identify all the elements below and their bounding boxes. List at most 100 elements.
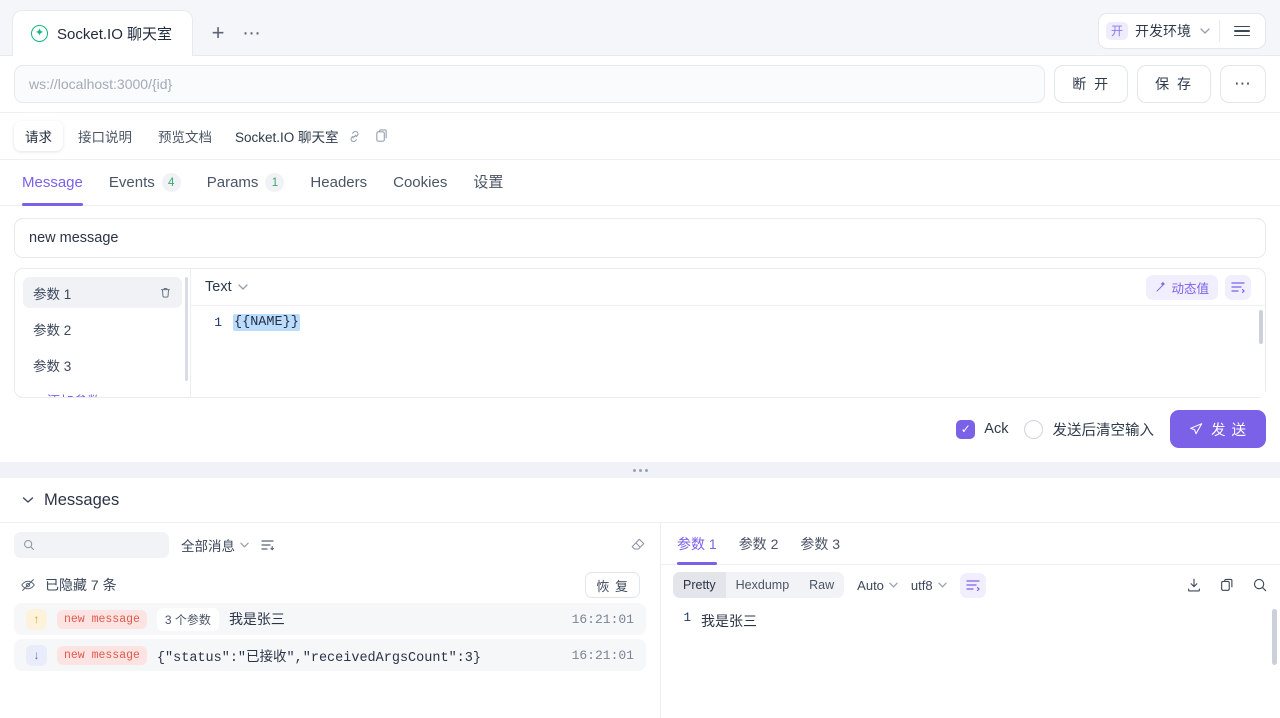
collapse-chevron-icon[interactable] [22, 496, 34, 504]
message-filter-select[interactable]: 全部消息 [181, 535, 249, 555]
message-row-sent[interactable]: ↑ new message 3 个参数 我是张三 16:21:01 [14, 603, 646, 635]
params-editor-wrapper: 参数 1 参数 2 参数 3 + 添加参数 Text [0, 258, 1280, 398]
editor-toolbar: Text 动态值 [191, 269, 1265, 306]
panel-splitter[interactable] [0, 462, 1280, 478]
clear-messages-icon[interactable] [630, 537, 646, 553]
event-name-input[interactable]: new message [14, 218, 1266, 258]
environment-selector[interactable]: 开 开发环境 [1097, 13, 1266, 49]
param-item-2-label: 参数 2 [33, 322, 72, 338]
doc-tabs-strip: 请求 接口说明 预览文档 Socket.IO 聊天室 [0, 112, 1280, 160]
tab-headers[interactable]: Headers [310, 160, 367, 206]
tab-events[interactable]: Events 4 [109, 160, 181, 206]
tab-overflow-button[interactable]: ⋯ [235, 13, 269, 53]
ws-url-input[interactable]: ws://localhost:3000/{id} [14, 65, 1046, 103]
messages-header[interactable]: Messages [0, 478, 1280, 522]
detail-tab-param-3[interactable]: 参数 3 [800, 523, 840, 565]
eye-off-icon [20, 577, 36, 593]
message-event-tag: new message [57, 645, 147, 665]
ws-url-placeholder: ws://localhost:3000/{id} [29, 76, 173, 92]
tab-params-badge: 1 [265, 173, 285, 192]
disconnect-button[interactable]: 断 开 [1054, 65, 1129, 103]
trash-icon[interactable] [159, 286, 172, 299]
detail-tab-param-1[interactable]: 参数 1 [677, 523, 717, 565]
dynamic-value-button[interactable]: 动态值 [1146, 274, 1218, 300]
tab-headers-label: Headers [310, 173, 368, 191]
chevron-down-icon [889, 582, 898, 588]
workspace-tab-socketio[interactable]: ✦ Socket.IO 聊天室 [12, 10, 194, 56]
hidden-messages-row: 已隐藏 7 条 恢 复 [0, 567, 660, 603]
ack-checkbox[interactable]: ✓ Ack [956, 419, 1009, 439]
search-icon[interactable] [1252, 577, 1268, 593]
plus-icon: + [33, 393, 41, 398]
document-name: Socket.IO 聊天室 [235, 130, 339, 145]
chevron-down-icon [240, 542, 249, 548]
language-select[interactable]: Auto [857, 578, 898, 593]
divider [1219, 20, 1220, 42]
message-timestamp: 16:21:01 [571, 611, 634, 627]
link-icon[interactable] [343, 129, 366, 144]
sort-icon[interactable] [261, 539, 275, 551]
chevron-down-icon [1196, 28, 1214, 34]
menu-icon[interactable] [1225, 25, 1259, 37]
send-button[interactable]: 发 送 [1169, 410, 1266, 448]
detail-format-button[interactable] [959, 572, 986, 598]
ack-label: Ack [984, 421, 1009, 437]
view-mode-group: Pretty Hexdump Raw [673, 572, 845, 598]
editor-type-selector[interactable]: Text [205, 279, 248, 295]
send-button-label: 发 送 [1210, 422, 1247, 439]
hidden-messages-label: 已隐藏 7 条 [45, 577, 117, 593]
dynamic-value-label: 动态值 [1171, 281, 1209, 296]
param-item-3[interactable]: 参数 3 [23, 349, 182, 380]
save-button[interactable]: 保 存 [1137, 65, 1211, 103]
detail-tab-param-2[interactable]: 参数 2 [739, 523, 779, 565]
clear-after-send-checkbox[interactable]: 发送后清空输入 [1024, 419, 1154, 440]
tab-message-label: Message [22, 173, 83, 191]
send-plane-icon [1189, 422, 1203, 436]
connection-more-button[interactable]: ⋯ [1220, 65, 1266, 103]
arrow-down-icon: ↓ [26, 644, 47, 666]
editor-scrollbar[interactable] [1259, 310, 1263, 344]
view-mode-hexdump[interactable]: Hexdump [726, 572, 800, 598]
request-tabs: Message Events 4 Params 1 Headers Cookie… [0, 160, 1280, 206]
editor-code-line[interactable]: {{NAME}} [233, 314, 300, 397]
add-param-button[interactable]: + 添加参数 [23, 385, 182, 398]
message-preview-text: {"status":"已接收","receivedArgsCount":3} [156, 650, 481, 666]
download-icon[interactable] [1186, 577, 1202, 593]
detail-code-view[interactable]: 1 我是张三 [661, 605, 1280, 718]
message-argcount-tag: 3 个参数 [156, 607, 219, 631]
workspace-tab-label: Socket.IO 聊天室 [57, 26, 173, 43]
format-button[interactable] [1225, 274, 1251, 300]
tab-settings[interactable]: 设置 [473, 160, 503, 206]
param-list-scrollbar[interactable] [185, 277, 188, 381]
param-item-3-label: 参数 3 [33, 358, 72, 374]
doc-tab-request[interactable]: 请求 [14, 121, 63, 151]
encoding-select[interactable]: utf8 [911, 578, 947, 593]
editor-body[interactable]: 1 {{NAME}} [191, 306, 1265, 397]
arrow-up-icon: ↑ [26, 608, 47, 630]
tab-cookies[interactable]: Cookies [393, 160, 447, 206]
param-item-1[interactable]: 参数 1 [23, 277, 182, 308]
search-input[interactable] [14, 532, 169, 558]
doc-tab-preview[interactable]: 预览文档 [147, 121, 223, 151]
message-row-received[interactable]: ↓ new message {"status":"已接收","receivedA… [14, 639, 646, 671]
environment-name: 开发环境 [1135, 23, 1191, 39]
editor-gutter: 1 [214, 315, 222, 330]
detail-scrollbar[interactable] [1272, 609, 1277, 665]
view-mode-pretty[interactable]: Pretty [673, 572, 726, 598]
copy-icon[interactable] [370, 128, 393, 144]
copy-icon[interactable] [1219, 577, 1235, 593]
editor-toolbar-right: 动态值 [1146, 274, 1251, 300]
view-mode-raw[interactable]: Raw [799, 572, 844, 598]
wand-icon [1155, 281, 1167, 293]
doc-tab-api-desc[interactable]: 接口说明 [67, 121, 143, 151]
tab-params[interactable]: Params 1 [207, 160, 285, 206]
tab-message[interactable]: Message [22, 160, 83, 206]
event-name-value: new message [29, 230, 119, 246]
chevron-down-icon [937, 582, 947, 588]
restore-button[interactable]: 恢 复 [585, 572, 640, 598]
new-tab-button[interactable]: + [201, 13, 235, 53]
param-item-2[interactable]: 参数 2 [23, 313, 182, 344]
message-event-tag: new message [57, 609, 147, 629]
tab-bar: ✦ Socket.IO 聊天室 + ⋯ 开 开发环境 [0, 0, 1280, 56]
checkbox-unchecked-icon [1024, 419, 1044, 439]
